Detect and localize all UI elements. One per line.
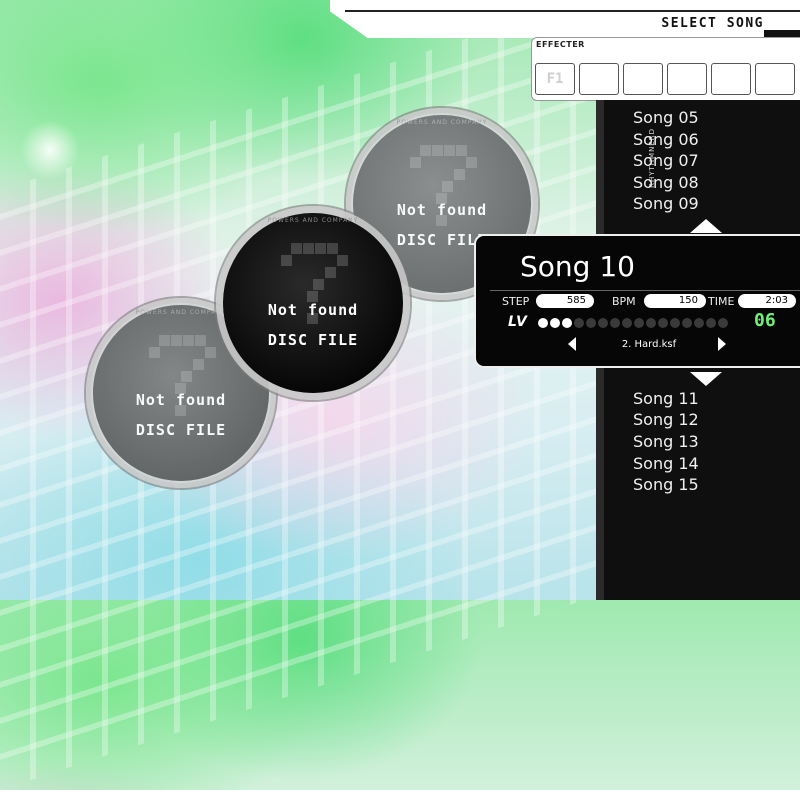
song-list-item[interactable]: Song 12: [633, 410, 699, 429]
scroll-down-arrow-icon[interactable]: [690, 372, 722, 386]
song-list-item[interactable]: Song 15: [633, 475, 699, 494]
prev-chart-arrow-icon[interactable]: [568, 337, 576, 351]
time-label: TIME: [708, 295, 735, 308]
level-dot-empty: [610, 318, 620, 328]
song-list-item[interactable]: Song 11: [633, 389, 699, 408]
level-dot-empty: [598, 318, 608, 328]
level-dot-filled: [562, 318, 572, 328]
level-label: LV: [508, 314, 528, 330]
effecter-panel: EFFECTER F1: [531, 37, 800, 101]
level-dot-empty: [670, 318, 680, 328]
level-meter: [538, 318, 738, 330]
selected-song-title: Song 10: [520, 250, 635, 283]
bpm-label: BPM: [612, 295, 636, 308]
song-list-item[interactable]: Song 06: [633, 130, 699, 149]
step-value: 585: [536, 294, 594, 308]
level-dot-empty: [634, 318, 644, 328]
divider: [490, 290, 800, 291]
step-label: STEP: [502, 295, 530, 308]
song-list-item[interactable]: Song 14: [633, 454, 699, 473]
effecter-slot-5[interactable]: [711, 63, 751, 95]
scroll-up-arrow-icon[interactable]: [690, 219, 722, 233]
level-dot-empty: [694, 318, 704, 328]
song-list-item[interactable]: Song 07: [633, 151, 699, 170]
page-title: SELECT SONG: [661, 16, 764, 31]
selected-song-panel[interactable]: Song 10 STEP 585 BPM 150 TIME 2:03 LV 06…: [474, 234, 800, 368]
disc-status-line1: Not found: [267, 301, 359, 319]
effecter-slot-6[interactable]: [755, 63, 795, 95]
level-dot-empty: [622, 318, 632, 328]
disc-status-line2: DISC FILE: [267, 331, 359, 349]
bpm-value: 150: [644, 294, 706, 308]
level-number: 06: [754, 310, 776, 331]
song-list-item[interactable]: Song 09: [633, 194, 699, 213]
song-list-item[interactable]: Song 05: [633, 108, 699, 127]
level-dot-empty: [574, 318, 584, 328]
chart-file-name: 2. Hard.ksf: [621, 339, 677, 350]
effecter-slot-4[interactable]: [667, 63, 707, 95]
level-dot-empty: [646, 318, 656, 328]
level-dot-filled: [550, 318, 560, 328]
level-dot-empty: [586, 318, 596, 328]
effecter-slot-2[interactable]: [579, 63, 619, 95]
level-dot-empty: [682, 318, 692, 328]
header-line: [345, 10, 800, 12]
question-mark-icon: [281, 243, 348, 333]
effecter-slot-1[interactable]: F1: [535, 63, 575, 95]
level-dot-filled: [538, 318, 548, 328]
effecter-title: EFFECTER: [536, 40, 585, 49]
effecter-slot-3[interactable]: [623, 63, 663, 95]
effecter-slot-label: F1: [546, 71, 564, 87]
level-dot-empty: [718, 318, 728, 328]
song-disc-center[interactable]: POWERS AND COMPANY Not found DISC FILE: [216, 206, 410, 400]
level-dot-empty: [706, 318, 716, 328]
song-list-item[interactable]: Song 13: [633, 432, 699, 451]
next-chart-arrow-icon[interactable]: [718, 337, 726, 351]
song-list-item[interactable]: Song 08: [633, 173, 699, 192]
time-value: 2:03: [738, 294, 796, 308]
disc-ring-text: POWERS AND COMPANY: [267, 217, 359, 224]
background-glow: [20, 120, 80, 180]
level-dot-empty: [658, 318, 668, 328]
